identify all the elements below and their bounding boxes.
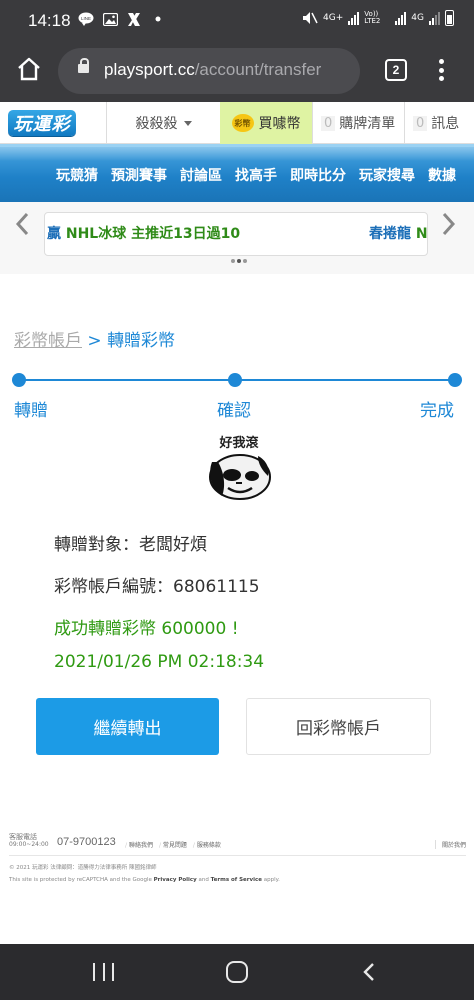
chevron-down-icon	[183, 120, 192, 126]
ticker-pagination	[231, 259, 247, 263]
gallery-icon	[102, 11, 118, 27]
step-label-complete: 完成	[420, 401, 454, 421]
step-label-transfer: 轉贈	[14, 401, 48, 421]
clock: 14:18	[28, 11, 71, 30]
footer-divider	[9, 855, 466, 856]
app-x-icon	[126, 11, 142, 27]
ticker-box: 贏 NHL冰球 主推近13日過10 春捲龍 N	[44, 212, 428, 256]
success-message: 成功轉贈彩幣 600000 !	[54, 619, 239, 639]
mute-icon	[302, 10, 318, 26]
status-bar: 14:18 LINE 4G+ Vo)) LTE2 4G	[0, 0, 474, 42]
ticker-item-1[interactable]: 贏 NHL冰球 主推近13日過10	[47, 223, 240, 243]
breadcrumb-current: 轉贈彩幣	[107, 331, 176, 351]
url-text: playsport.cc/account/transfer	[104, 60, 322, 79]
ticker-next-icon[interactable]	[442, 212, 456, 243]
system-status-icons: 4G+ Vo)) LTE2 4G	[302, 10, 454, 26]
ticker-prev-icon[interactable]	[15, 212, 29, 243]
meme-sticker: 好我滾	[202, 432, 276, 504]
back-icon[interactable]	[361, 963, 377, 981]
nav-item-data[interactable]: 數據	[428, 165, 456, 185]
footer-link-about[interactable]: 關於我們	[434, 840, 466, 849]
lock-icon	[78, 58, 89, 73]
nav-item-live-score[interactable]: 即時比分	[290, 165, 346, 185]
user-name: 殺殺殺	[135, 116, 178, 132]
breadcrumb: 彩幣帳戶 > 轉贈彩幣	[14, 326, 175, 351]
footer-link-contact[interactable]: 聯絡我們	[125, 840, 153, 849]
card-list-count: 0	[321, 115, 336, 131]
nav-item-guess[interactable]: 玩競猜	[56, 165, 98, 185]
address-bar[interactable]: playsport.cc/account/transfer	[58, 48, 360, 94]
privacy-policy-link[interactable]: Privacy Policy	[154, 877, 197, 883]
breadcrumb-separator: >	[87, 331, 102, 351]
browser-toolbar: playsport.cc/account/transfer 2	[0, 42, 474, 102]
tab-switcher-button[interactable]: 2	[385, 59, 407, 81]
step-dot-complete	[448, 373, 462, 387]
service-phone[interactable]: 07-9700123	[57, 836, 116, 848]
signal-2-icon	[395, 11, 407, 25]
android-nav-bar	[0, 944, 474, 1000]
line-app-icon: LINE	[78, 11, 94, 27]
coin-icon: 彩幣	[231, 114, 254, 132]
ticker-item-2[interactable]: 春捲龍 N	[369, 223, 427, 243]
service-info: 客服電話 09:00~24:00	[9, 833, 49, 849]
service-hours: 09:00~24:00	[9, 841, 49, 848]
nav-item-experts[interactable]: 找高手	[235, 165, 277, 185]
recaptcha-notice: This site is protected by reCAPTCHA and …	[9, 877, 280, 883]
nav-item-forum[interactable]: 討論區	[180, 165, 222, 185]
main-nav: 玩競猜 預測賽事 討論區 找高手 即時比分 玩家搜尋 數據	[0, 144, 474, 202]
messages-label: 訊息	[431, 116, 460, 132]
card-list-label: 購牌清單	[339, 116, 396, 132]
step-label-confirm: 確認	[217, 401, 251, 421]
account-number: 彩幣帳戶編號：68061115	[54, 577, 260, 597]
user-menu-dropdown[interactable]: 殺殺殺	[106, 102, 220, 144]
messages-link[interactable]: 0 訊息	[404, 102, 474, 144]
step-dot-confirm	[228, 373, 242, 387]
more-notifications-dot-icon	[150, 11, 166, 27]
notification-icons: LINE	[78, 11, 166, 27]
card-list-link[interactable]: 0 購牌清單	[312, 102, 404, 144]
network-4g-label: 4G	[411, 13, 424, 23]
step-dot-transfer	[12, 373, 26, 387]
browser-menu-icon[interactable]	[434, 57, 448, 83]
recent-apps-icon[interactable]	[93, 963, 114, 981]
home-icon[interactable]	[16, 56, 42, 82]
network-4g-plus-label: 4G+	[323, 13, 344, 23]
copyright: © 2021 玩運彩 法律顧問：道勝得力法律事務所 陳國銘律師	[9, 865, 157, 871]
terms-of-service-link[interactable]: Terms of Service	[211, 877, 262, 883]
news-ticker: 贏 NHL冰球 主推近13日過10 春捲龍 N	[0, 202, 474, 274]
footer-link-faq[interactable]: 常見問題	[159, 840, 187, 849]
network-volte-label: Vo)) LTE2	[364, 10, 381, 25]
continue-transfer-button[interactable]: 繼續轉出	[36, 698, 219, 755]
nav-item-player-search[interactable]: 玩家搜尋	[359, 165, 415, 185]
buy-coin-button[interactable]: 彩幣 買噱幣	[220, 102, 312, 144]
sticker-caption: 好我滾	[219, 436, 259, 451]
footer-link-terms[interactable]: 服務條款	[193, 840, 221, 849]
home-button-icon[interactable]	[226, 961, 248, 983]
nav-item-predict[interactable]: 預測賽事	[111, 165, 167, 185]
signal-3-icon	[429, 11, 440, 25]
signal-1-icon	[348, 11, 360, 25]
site-logo[interactable]: 玩運彩	[8, 110, 76, 136]
battery-icon	[445, 10, 454, 26]
buy-coin-label: 買噱幣	[258, 116, 301, 132]
svg-text:LINE: LINE	[81, 16, 91, 21]
site-header: 玩運彩 殺殺殺 彩幣 買噱幣 0 購牌清單 0 訊息	[0, 102, 474, 144]
service-label: 客服電話	[9, 833, 37, 841]
message-count: 0	[413, 115, 428, 131]
panda-face-icon	[209, 454, 271, 500]
breadcrumb-parent-link[interactable]: 彩幣帳戶	[14, 331, 82, 351]
transfer-target: 轉贈對象：老闆好煩	[54, 535, 207, 555]
back-to-account-button[interactable]: 回彩幣帳戶	[246, 698, 431, 755]
transfer-timestamp: 2021/01/26 PM 02:18:34	[54, 652, 265, 672]
footer-links: 聯絡我們 常見問題 服務條款	[125, 840, 221, 849]
